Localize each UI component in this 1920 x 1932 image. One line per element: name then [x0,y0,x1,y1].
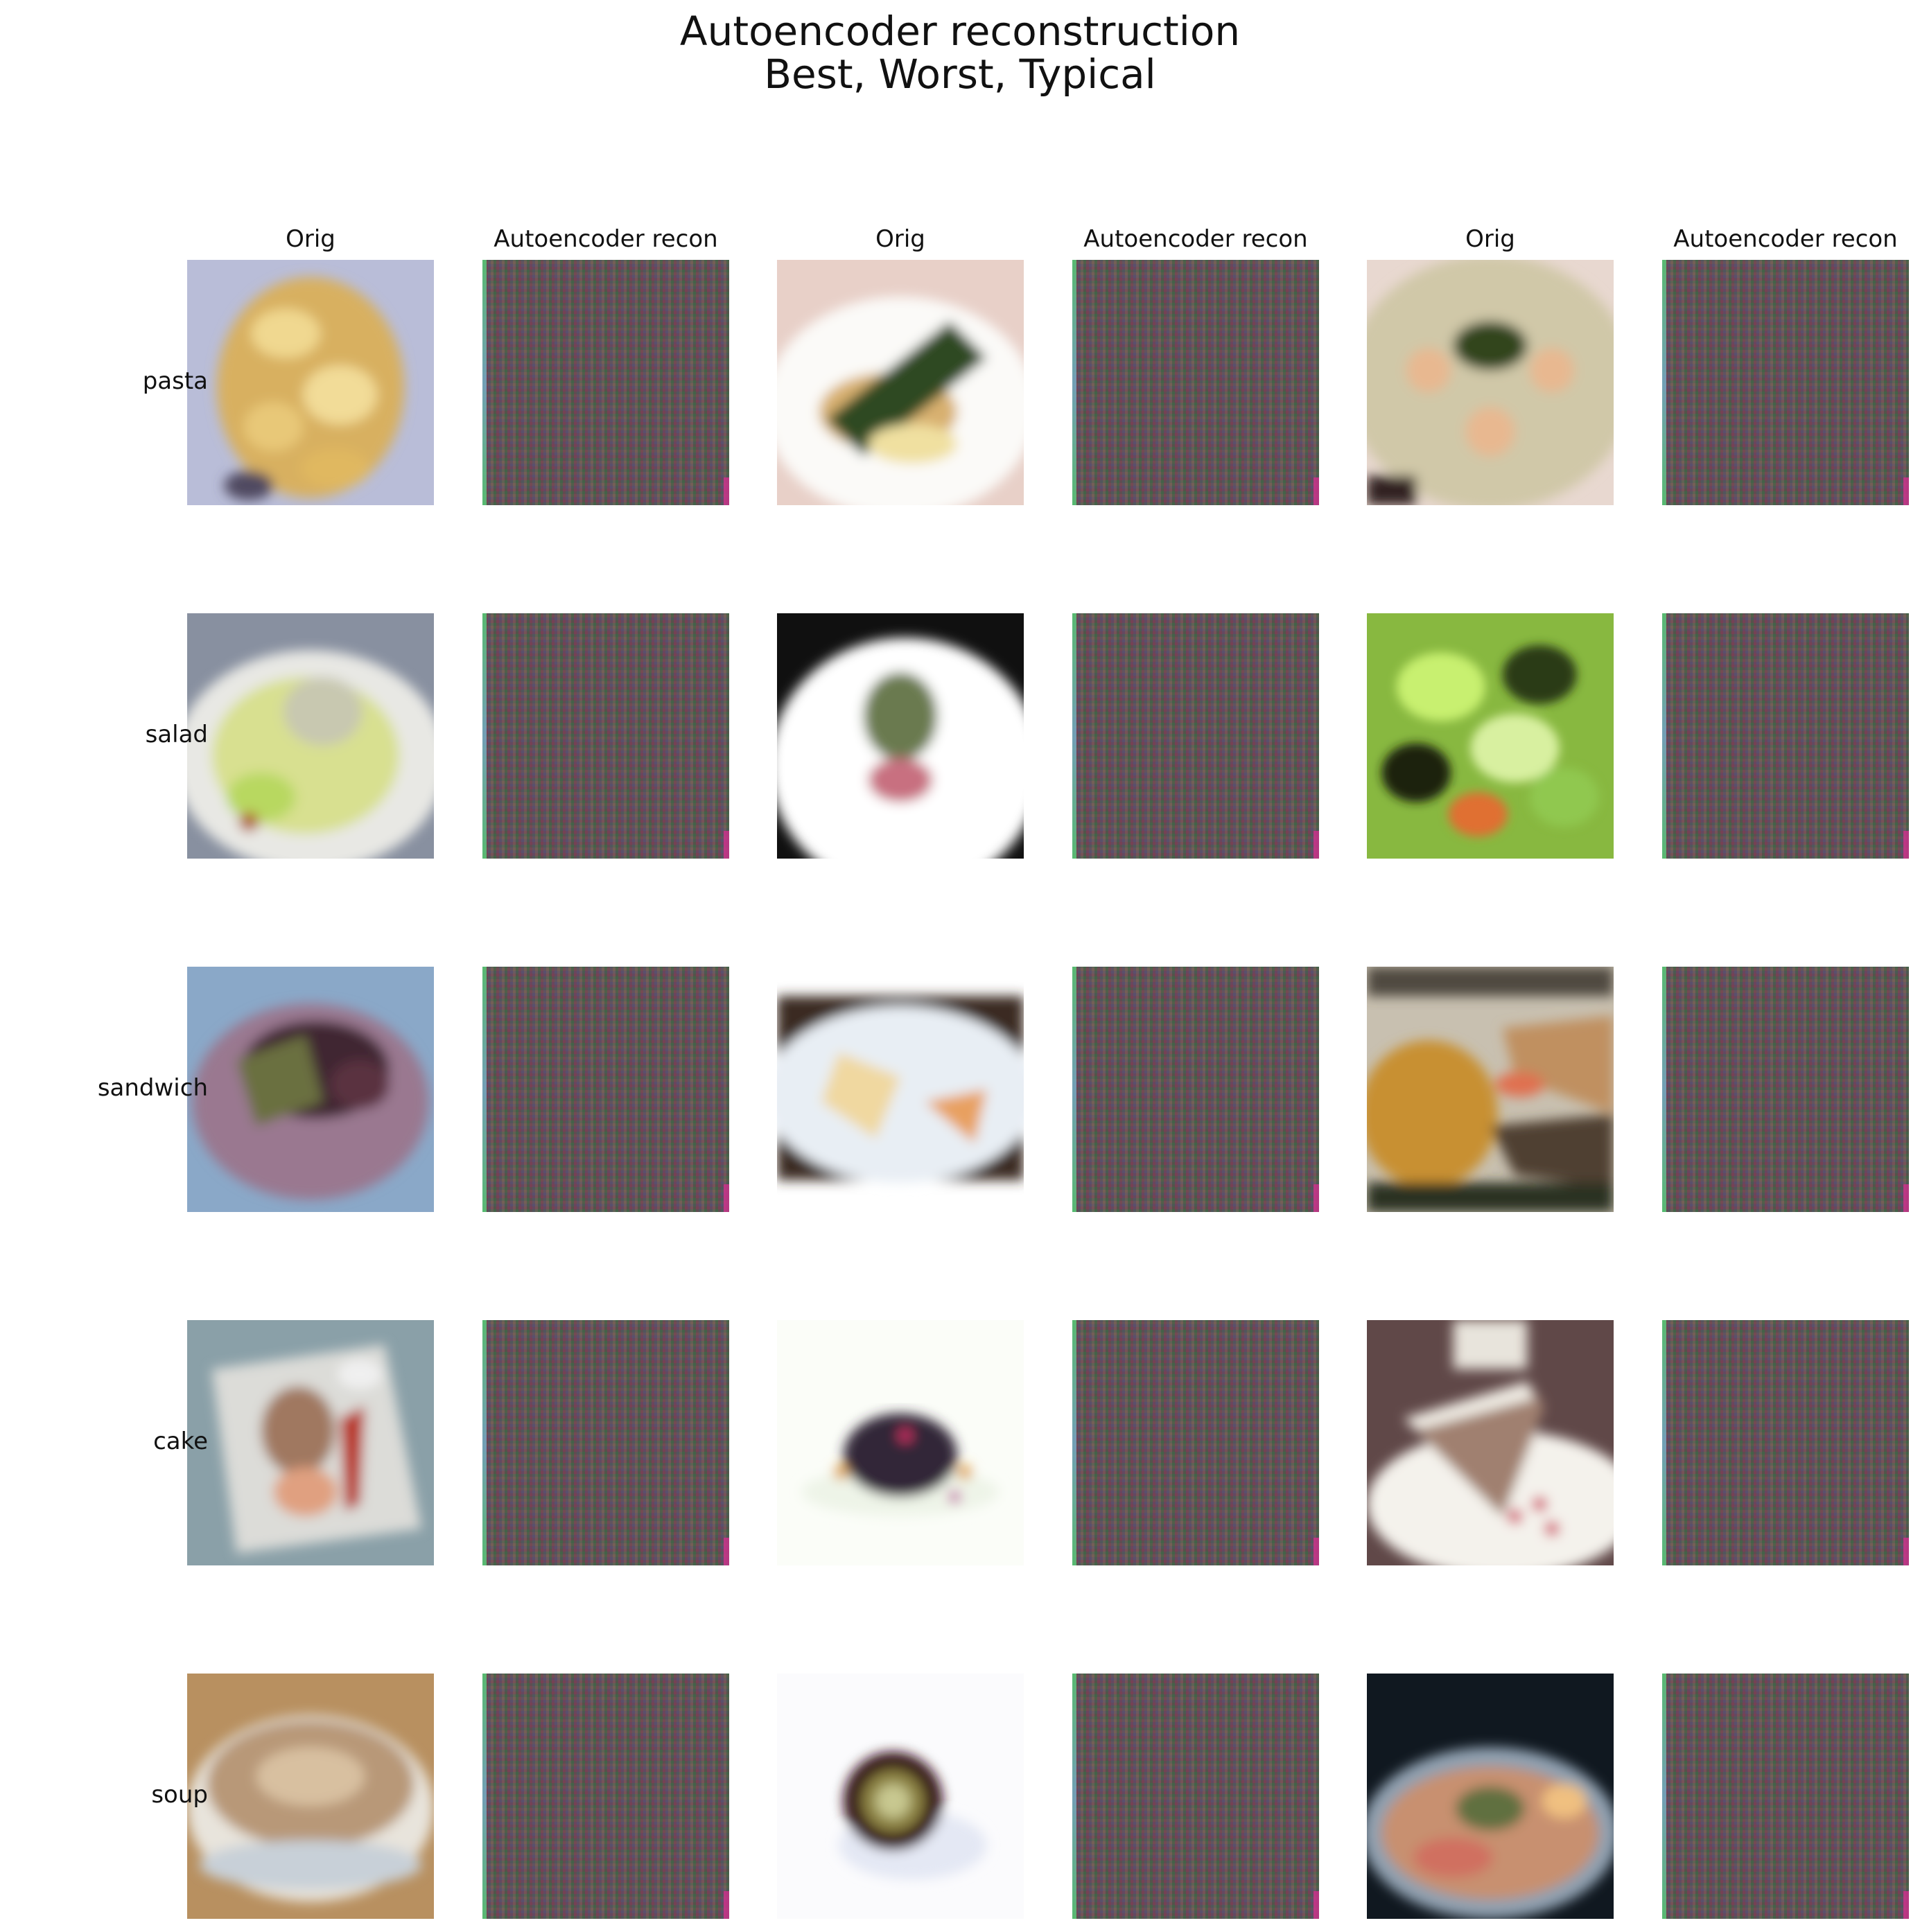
col-header-orig-typical: Orig [1465,225,1515,253]
orig-image-pasta-worst [777,260,1024,505]
recon-image-cake-best [482,1320,729,1565]
orig-image-salad-best [187,613,434,859]
recon-image-pasta-best [482,260,729,505]
orig-image-salad-typical [1367,613,1614,859]
orig-image-cake-best [187,1320,434,1565]
recon-image-pasta-typical [1662,260,1909,505]
recon-image-sandwich-best [482,967,729,1212]
orig-image-salad-worst [777,613,1024,859]
col-header-recon-worst: Autoencoder recon [1083,225,1308,253]
recon-image-salad-typical [1662,613,1909,859]
recon-image-soup-best [482,1674,729,1919]
recon-image-sandwich-worst [1072,967,1319,1212]
orig-image-sandwich-best [187,967,434,1212]
recon-image-pasta-worst [1072,260,1319,505]
orig-image-soup-typical [1367,1674,1614,1919]
row-label-sandwich: sandwich [97,1074,208,1102]
recon-image-cake-typical [1662,1320,1909,1565]
col-header-recon-best: Autoencoder recon [494,225,718,253]
col-header-orig-best: Orig [286,225,335,253]
recon-image-soup-typical [1662,1674,1909,1919]
row-label-cake: cake [153,1428,208,1455]
col-header-orig-worst: Orig [875,225,925,253]
orig-image-pasta-typical [1367,260,1614,505]
orig-image-soup-best [187,1674,434,1919]
recon-image-salad-worst [1072,613,1319,859]
recon-image-sandwich-typical [1662,967,1909,1212]
orig-image-soup-worst [777,1674,1024,1919]
orig-image-sandwich-worst [777,967,1024,1212]
recon-image-soup-worst [1072,1674,1319,1919]
recon-image-salad-best [482,613,729,859]
row-label-salad: salad [145,721,208,748]
orig-image-cake-typical [1367,1320,1614,1565]
figure-title-line-2: Best, Worst, Typical [764,51,1156,98]
orig-image-cake-worst [777,1320,1024,1565]
orig-image-sandwich-typical [1367,967,1614,1212]
col-header-recon-typical: Autoencoder recon [1673,225,1898,253]
figure-title-line-1: Autoencoder reconstruction [679,8,1241,55]
row-label-pasta: pasta [142,367,208,395]
recon-image-cake-worst [1072,1320,1319,1565]
row-label-soup: soup [151,1781,208,1809]
orig-image-pasta-best [187,260,434,505]
